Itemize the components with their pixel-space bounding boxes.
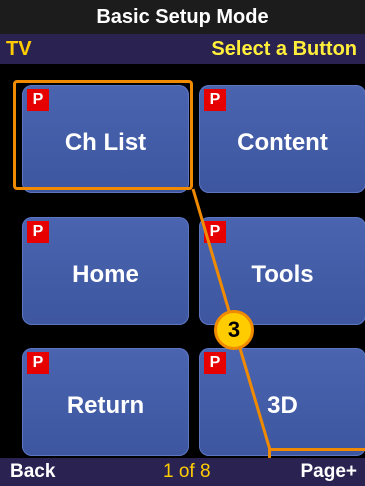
home-button[interactable]: P Home	[22, 217, 189, 325]
button-label: Home	[72, 261, 139, 288]
return-button[interactable]: P Return	[22, 348, 189, 456]
header-title: Basic Setup Mode	[0, 0, 365, 34]
selection-highlight	[13, 80, 193, 190]
footer-bar: Back 1 of 8 Page+	[0, 458, 365, 486]
page-indicator: 1 of 8	[163, 461, 211, 482]
subheader-bar: TV Select a Button	[0, 34, 365, 64]
button-label: 3D	[267, 392, 298, 419]
3d-button[interactable]: P 3D	[199, 348, 365, 456]
tools-button[interactable]: P Tools	[199, 217, 365, 325]
button-label: Return	[66, 392, 145, 419]
step-number-badge: 3	[214, 310, 254, 350]
page-plus-button[interactable]: Page+	[300, 458, 357, 486]
button-label: Content	[237, 129, 328, 156]
button-label: Tools	[251, 261, 314, 288]
instruction-label: Select a Button	[211, 38, 357, 60]
back-button[interactable]: Back	[10, 458, 55, 486]
device-label: TV	[6, 38, 32, 60]
content-button[interactable]: P Content	[199, 85, 365, 193]
